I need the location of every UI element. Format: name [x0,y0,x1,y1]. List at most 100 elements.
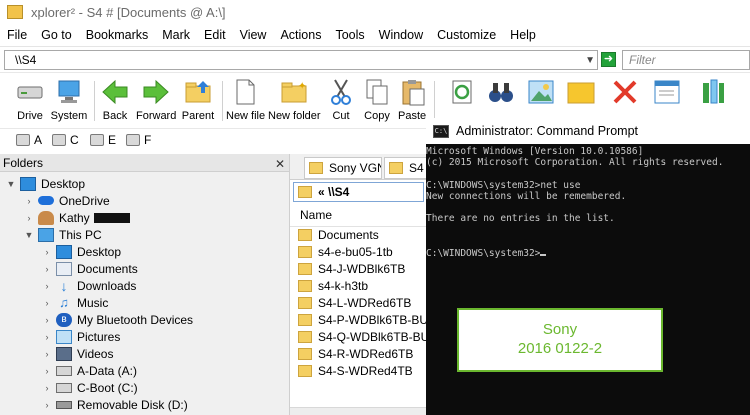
chevron-right-icon[interactable]: › [42,349,52,359]
tree-item-onedrive[interactable]: › OneDrive [24,192,110,209]
folder-icon [298,313,312,326]
cut-button[interactable]: Cut [326,77,356,125]
menu-mark[interactable]: Mark [155,24,197,46]
drive-icon [16,134,30,146]
menu-help[interactable]: Help [503,24,543,46]
address-input[interactable]: \\S4 ▼ [4,50,598,70]
chevron-right-icon[interactable]: › [42,400,52,410]
menu-tools[interactable]: Tools [328,24,371,46]
file-item[interactable]: s4-k-h3tb [298,277,368,294]
folder-icon [298,228,312,241]
tree-item-removable-disk[interactable]: › Removable Disk (D:) [42,396,188,413]
horizontal-scrollbar[interactable] [290,407,427,415]
chevron-right-icon[interactable]: › [42,247,52,257]
drive-icon [126,134,140,146]
menu-file[interactable]: File [0,24,34,46]
drive-c-button[interactable]: C [52,133,79,147]
chevron-right-icon[interactable]: › [42,264,52,274]
files-pane: Sony VGN... S4 « \\S4 Name Documents s4-… [289,154,429,415]
tree-item-bluetooth[interactable]: › ʙ My Bluetooth Devices [42,311,193,328]
tree-item-videos[interactable]: › Videos [42,345,113,362]
file-item[interactable]: Documents [298,226,379,243]
new-file-button[interactable]: New file [226,77,265,125]
cloud-icon [38,196,54,205]
drive-e-button[interactable]: E [90,133,116,147]
system-button[interactable]: System [50,77,88,125]
menu-customize[interactable]: Customize [430,24,503,46]
menu-actions[interactable]: Actions [273,24,328,46]
chevron-right-icon[interactable]: › [24,213,34,223]
menu-bar: File Go to Bookmarks Mark Edit View Acti… [0,24,750,46]
chevron-right-icon[interactable]: › [42,298,52,308]
chevron-right-icon[interactable]: › [42,383,52,393]
chevron-right-icon[interactable]: › [42,281,52,291]
close-icon[interactable]: ✕ [275,155,285,173]
column-header-name[interactable]: Name [300,208,332,222]
file-item[interactable]: S4-S-WDRed4TB [298,362,413,379]
console-line: C:\WINDOWS\system32>net use [426,180,581,191]
binoculars-icon [489,83,513,102]
menu-edit[interactable]: Edit [197,24,233,46]
go-button[interactable]: ➜ [601,52,616,67]
cmd-console[interactable]: Microsoft Windows [Version 10.0.10586] (… [426,144,750,415]
drive-button[interactable]: Drive [12,77,48,125]
paste-button[interactable]: Paste [398,77,426,125]
drive-a-button[interactable]: A [16,133,42,147]
tree-item-kathy[interactable]: › Kathy [24,209,130,226]
chevron-down-icon[interactable]: ▼ [585,52,595,70]
forward-button[interactable]: Forward [136,77,176,125]
toolbar-separator [434,81,435,121]
path-bar[interactable]: « \\S4 [293,182,424,202]
folders-header: Folders ✕ [0,154,289,172]
chevron-down-icon[interactable]: ▼ [6,179,16,189]
parent-button[interactable]: Parent [180,77,216,125]
file-item[interactable]: s4-e-bu05-1tb [298,243,393,260]
chevron-right-icon[interactable]: › [42,332,52,342]
file-item[interactable]: S4-L-WDRed6TB [298,294,411,311]
chevron-down-icon[interactable]: ▼ [24,230,34,240]
file-item[interactable]: S4-P-WDBlk6TB-BU [298,311,428,328]
tree-item-c-boot[interactable]: › C-Boot (C:) [42,379,138,396]
tree-item-documents[interactable]: › Documents [42,260,138,277]
new-folder-button[interactable]: ✦ New folder [268,77,321,125]
file-item[interactable]: S4-R-WDRed6TB [298,345,413,362]
file-item[interactable]: S4-Q-WDBlk6TB-BU [298,328,429,345]
back-button[interactable]: Back [98,77,132,125]
user-icon [38,210,54,225]
redacted-block [93,212,130,223]
tree-item-pictures[interactable]: › Pictures [42,328,120,345]
monitor-icon [38,227,54,242]
drive-f-button[interactable]: F [126,133,151,147]
menu-view[interactable]: View [233,24,274,46]
paste-icon [402,80,425,106]
tree-item-downloads[interactable]: › ↓ Downloads [42,277,137,294]
new-file-icon [236,79,255,105]
chevron-right-icon[interactable]: › [42,315,52,325]
chevron-right-icon[interactable]: › [42,366,52,376]
tree-item-desktop[interactable]: ▼ Desktop [6,175,85,192]
menu-bookmarks[interactable]: Bookmarks [79,24,156,46]
chevron-right-icon[interactable]: › [24,196,34,206]
tab-s4[interactable]: S4 [384,157,427,179]
tree-item-this-pc[interactable]: ▼ This PC [24,226,102,243]
tree-item-a-data[interactable]: › A-Data (A:) [42,362,138,379]
tree-item-music[interactable]: › ♫ Music [42,294,109,311]
cmd-title: Administrator: Command Prompt [456,124,639,138]
cmd-title-bar[interactable]: C:\ Administrator: Command Prompt [426,118,750,144]
tab-sony-vgn[interactable]: Sony VGN... [304,157,382,179]
tree-item-pc-desktop[interactable]: › Desktop [42,243,121,260]
menu-go-to[interactable]: Go to [34,24,79,46]
terminal-icon: C:\ [433,124,449,138]
forward-arrow-icon [143,79,169,105]
folder-icon [298,347,312,360]
menu-window[interactable]: Window [372,24,430,46]
console-line: (c) 2015 Microsoft Corporation. All righ… [426,157,724,168]
console-line: There are no entries in the list. [426,213,615,224]
file-item[interactable]: S4-J-WDBlk6TB [298,260,405,277]
label-box: Sony 2016 0122-2 [457,308,663,372]
copy-button[interactable]: Copy [362,77,392,125]
console-line: New connections will be remembered. [426,191,627,202]
folder-icon [298,279,312,292]
folder-icon [298,364,312,377]
filter-input[interactable]: Filter [622,50,750,70]
